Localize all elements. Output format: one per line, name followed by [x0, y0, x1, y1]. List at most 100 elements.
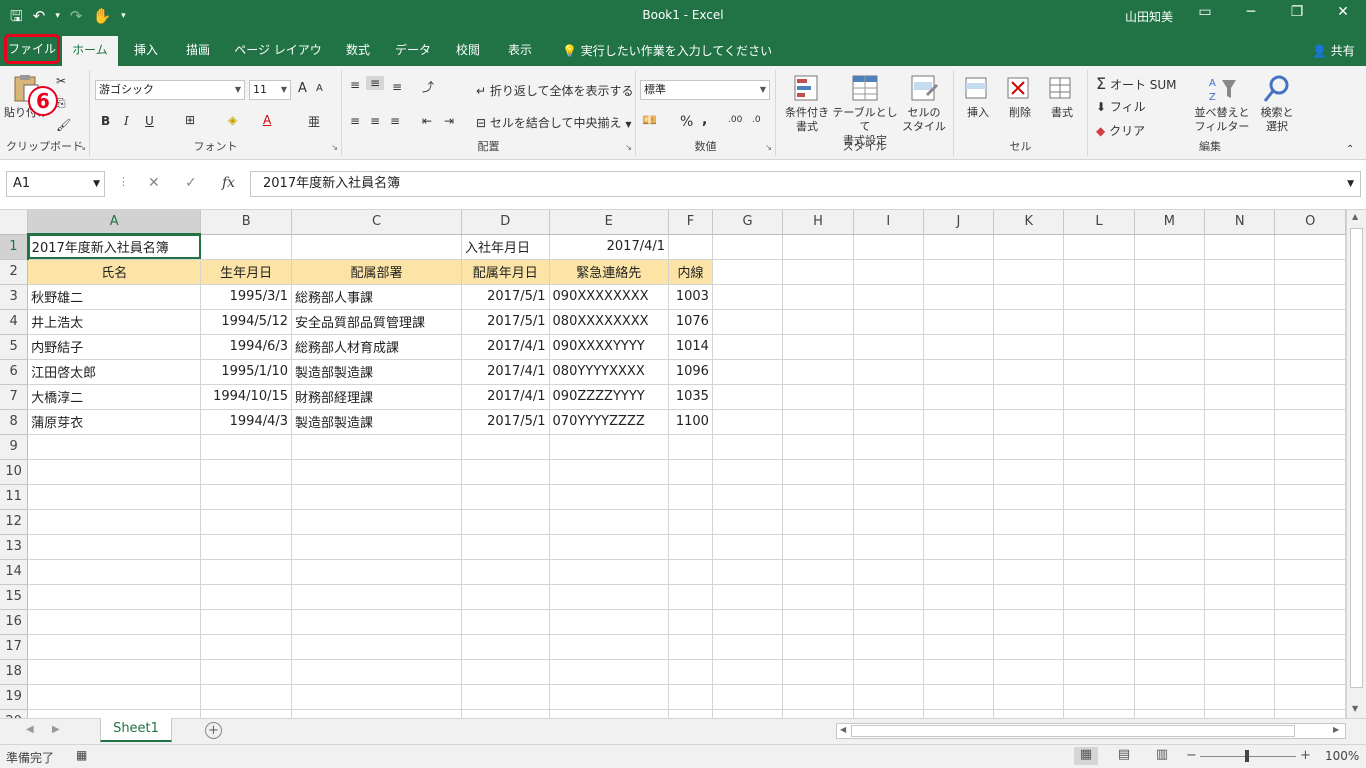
cell[interactable]: 1994/10/15	[200, 384, 293, 410]
cell[interactable]	[782, 609, 854, 635]
column-header[interactable]: F	[668, 210, 713, 235]
cell[interactable]	[1274, 634, 1346, 660]
cell[interactable]	[782, 259, 854, 285]
font-size-select[interactable]: 11 ▼	[249, 80, 291, 100]
cell[interactable]	[923, 434, 995, 460]
cell[interactable]: 製造部製造課	[291, 359, 463, 385]
cell[interactable]	[712, 534, 784, 560]
tab-view[interactable]: 表示	[500, 36, 540, 66]
cell[interactable]	[1063, 709, 1135, 718]
cell[interactable]	[853, 484, 924, 510]
cell[interactable]	[291, 559, 463, 585]
scroll-thumb[interactable]	[851, 725, 1295, 737]
column-header[interactable]: G	[712, 210, 784, 235]
cell[interactable]	[1063, 334, 1135, 360]
cell[interactable]	[1274, 559, 1346, 585]
cell[interactable]	[1274, 484, 1346, 510]
italic-button[interactable]: I	[124, 114, 129, 128]
insert-cells-button[interactable]: 挿入	[958, 74, 998, 120]
cell[interactable]	[1134, 609, 1206, 635]
cell[interactable]	[200, 559, 293, 585]
zoom-out-button[interactable]: −	[1186, 748, 1197, 763]
cell[interactable]	[549, 709, 670, 718]
cell[interactable]	[1063, 634, 1135, 660]
cell[interactable]	[1274, 434, 1346, 460]
cell[interactable]	[27, 609, 202, 635]
cell[interactable]	[712, 334, 784, 360]
cell[interactable]	[923, 234, 995, 260]
cell[interactable]	[668, 484, 713, 510]
cell[interactable]	[27, 434, 202, 460]
cell[interactable]	[1063, 559, 1135, 585]
cell[interactable]	[923, 559, 995, 585]
cell[interactable]: 080XXXXXXXX	[549, 309, 670, 335]
cell[interactable]	[1063, 384, 1135, 410]
cell[interactable]	[712, 559, 784, 585]
cell[interactable]	[923, 509, 995, 535]
tab-home[interactable]: ホーム	[62, 36, 118, 66]
cell[interactable]	[853, 584, 924, 610]
cell[interactable]: 大橋淳二	[27, 384, 202, 410]
cell[interactable]	[712, 409, 784, 435]
column-header[interactable]: L	[1063, 210, 1135, 235]
cell[interactable]	[1134, 559, 1206, 585]
bold-button[interactable]: B	[101, 114, 110, 128]
cell[interactable]	[668, 434, 713, 460]
cell[interactable]	[1134, 584, 1206, 610]
align-bottom-icon[interactable]: ≡	[392, 80, 402, 94]
cell[interactable]: 2017/5/1	[461, 409, 550, 435]
row-header[interactable]: 16	[0, 609, 29, 635]
cell[interactable]	[291, 634, 463, 660]
cell[interactable]	[712, 459, 784, 485]
cell[interactable]	[1063, 234, 1135, 260]
cell[interactable]: 1096	[668, 359, 713, 385]
cell[interactable]	[291, 534, 463, 560]
dialog-launcher-icon[interactable]: ↘	[765, 143, 772, 152]
cell[interactable]	[1063, 584, 1135, 610]
row-header[interactable]: 3	[0, 284, 29, 310]
cell[interactable]	[923, 534, 995, 560]
cell[interactable]	[549, 584, 670, 610]
cell[interactable]	[1274, 659, 1346, 685]
cell[interactable]	[853, 334, 924, 360]
cell[interactable]	[1204, 484, 1276, 510]
cell[interactable]	[291, 709, 463, 718]
align-left-icon[interactable]: ≡	[350, 114, 360, 128]
cell[interactable]: 2017/5/1	[461, 284, 550, 310]
cell[interactable]	[291, 434, 463, 460]
cell[interactable]	[668, 509, 713, 535]
cell[interactable]	[1204, 309, 1276, 335]
cell[interactable]	[712, 609, 784, 635]
row-header[interactable]: 17	[0, 634, 29, 660]
cell[interactable]	[668, 534, 713, 560]
cell[interactable]: 秋野雄二	[27, 284, 202, 310]
cell[interactable]	[993, 459, 1065, 485]
cell[interactable]	[993, 434, 1065, 460]
cell[interactable]	[1274, 609, 1346, 635]
cell[interactable]	[853, 634, 924, 660]
tab-formulas[interactable]: 数式	[338, 36, 378, 66]
cell[interactable]	[993, 234, 1065, 260]
cell[interactable]	[1134, 659, 1206, 685]
comma-button[interactable]: ,	[702, 112, 707, 128]
dialog-launcher-icon[interactable]: ↘	[79, 143, 86, 152]
cell[interactable]	[1063, 459, 1135, 485]
cell[interactable]	[782, 684, 854, 710]
column-header[interactable]: C	[291, 210, 463, 235]
cell[interactable]	[1204, 259, 1276, 285]
cell[interactable]	[27, 484, 202, 510]
row-header[interactable]: 18	[0, 659, 29, 685]
cell[interactable]: 1995/3/1	[200, 284, 293, 310]
horizontal-scrollbar[interactable]: ◀ ▶	[836, 723, 1346, 739]
sheet-prev-icon[interactable]: ◀	[26, 724, 34, 735]
cell-a1[interactable]: 2017年度新入社員名簿	[27, 234, 202, 260]
cell[interactable]	[461, 684, 550, 710]
cell[interactable]: 2017/4/1	[549, 234, 670, 260]
cell[interactable]	[461, 559, 550, 585]
cell[interactable]: 090XXXXYYYY	[549, 334, 670, 360]
align-right-icon[interactable]: ≡	[390, 114, 400, 128]
cell[interactable]	[1134, 384, 1206, 410]
zoom-slider-knob[interactable]	[1245, 750, 1249, 762]
cell[interactable]	[1063, 259, 1135, 285]
cell[interactable]	[461, 634, 550, 660]
